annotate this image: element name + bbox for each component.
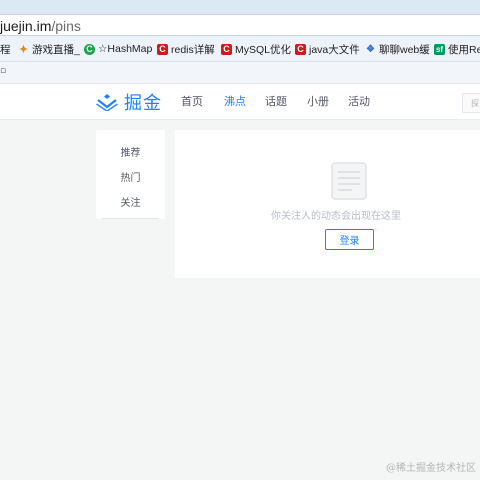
c-red-icon: C bbox=[157, 43, 168, 55]
bookmark-label: java大文件 bbox=[309, 43, 360, 56]
c-circle-icon: C bbox=[84, 43, 95, 55]
bookmark-label: 聊聊web缓 bbox=[379, 43, 430, 56]
nav-books[interactable]: 小册 bbox=[307, 93, 329, 109]
chat-icon: ❖ bbox=[366, 43, 375, 55]
bookmark-item[interactable]: 程 bbox=[0, 40, 11, 58]
search-placeholder: 探 bbox=[471, 99, 479, 108]
bookmark-label: 程 bbox=[0, 43, 11, 56]
bookmark-label: 游戏直播_ bbox=[32, 43, 80, 56]
bookmark-item[interactable]: C MySQL优化 bbox=[221, 40, 291, 58]
browser-toolbar: juejin.im/pins bbox=[0, 0, 480, 36]
sf-icon: sf bbox=[434, 43, 445, 55]
bookmark-item[interactable]: ❖ 聊聊web缓 bbox=[365, 40, 430, 58]
empty-state-text: 你关注人的动态会出现在这里 bbox=[271, 211, 401, 222]
bookmark-label: ☆HashMap bbox=[98, 43, 153, 55]
nav-pins[interactable]: 沸点 bbox=[224, 93, 246, 109]
game-icon: ✦ bbox=[18, 43, 29, 56]
url-path: /pins bbox=[51, 18, 81, 34]
watermark: @稀土掘金技术社区 bbox=[386, 463, 476, 474]
nav-events[interactable]: 活动 bbox=[348, 93, 370, 109]
pins-feed-card bbox=[175, 130, 480, 278]
browser-info-strip: ▫ bbox=[0, 62, 480, 84]
site-header: 掘金 首页 沸点 话题 小册 活动 探 bbox=[0, 84, 480, 120]
bookmark-item[interactable]: C redis详解 bbox=[157, 40, 215, 58]
url-host: juejin.im bbox=[0, 18, 52, 34]
side-item-hot[interactable]: 热门 bbox=[96, 169, 165, 184]
strip-indicator-icon: ▫ bbox=[0, 66, 7, 76]
address-bar[interactable]: juejin.im/pins bbox=[0, 14, 480, 36]
bookmark-label: MySQL优化 bbox=[235, 43, 292, 56]
nav-home[interactable]: 首页 bbox=[181, 93, 203, 109]
bookmark-item[interactable]: C java大文件 bbox=[295, 40, 360, 58]
c-red-icon: C bbox=[221, 43, 232, 55]
pins-side-menu: 推荐 热门 关注 bbox=[96, 130, 165, 219]
url-text: juejin.im/pins bbox=[0, 16, 81, 36]
bookmark-item[interactable]: sf 使用Red bbox=[434, 40, 480, 58]
nav-topics[interactable]: 话题 bbox=[265, 93, 287, 109]
empty-document-icon bbox=[331, 162, 367, 200]
side-item-following[interactable]: 关注 bbox=[96, 194, 165, 209]
logo-text: 掘金 bbox=[124, 93, 162, 114]
bookmarks-bar: 程 ✦ 游戏直播_ C ☆HashMap C redis详解 C MySQL优化… bbox=[0, 36, 480, 62]
side-item-recommended[interactable]: 推荐 bbox=[96, 144, 165, 159]
juejin-logo-icon bbox=[96, 94, 118, 111]
login-button[interactable]: 登录 bbox=[325, 229, 374, 250]
bookmark-label: redis详解 bbox=[171, 43, 215, 56]
bookmark-label: 使用Red bbox=[448, 43, 480, 56]
bookmark-item[interactable]: C ☆HashMap bbox=[84, 40, 152, 58]
search-input[interactable]: 探 bbox=[462, 93, 480, 113]
juejin-logo[interactable]: 掘金 bbox=[96, 89, 162, 115]
bookmark-item[interactable]: ✦ 游戏直播_ bbox=[18, 40, 80, 58]
c-red-icon: C bbox=[295, 43, 306, 55]
side-menu-divider bbox=[102, 218, 159, 219]
